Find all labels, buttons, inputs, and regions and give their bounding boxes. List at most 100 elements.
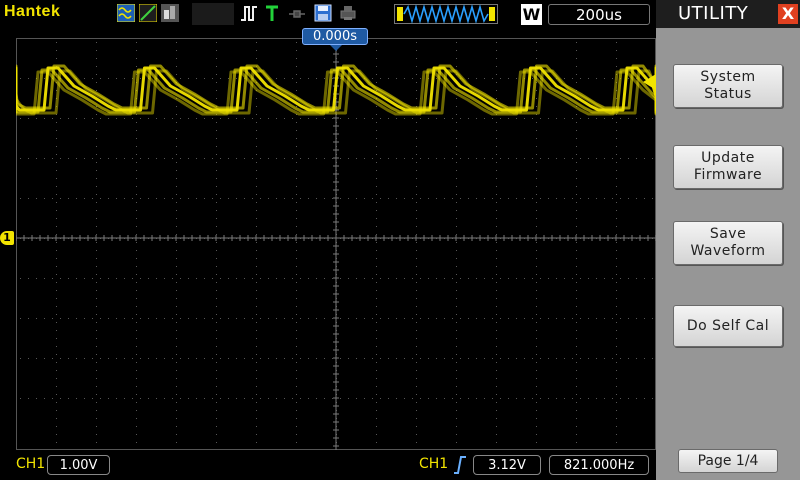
grid-dot xyxy=(136,386,137,387)
grid-dot xyxy=(576,82,577,83)
grid-dot xyxy=(216,130,217,131)
grid-dot xyxy=(348,398,349,399)
grid-dot xyxy=(340,118,341,119)
system-status-button[interactable]: System Status xyxy=(673,64,783,108)
grid-dot xyxy=(56,426,57,427)
grid-dot xyxy=(228,118,229,119)
grid-dot xyxy=(92,118,93,119)
grid-dot xyxy=(636,278,637,279)
grid-dot xyxy=(476,398,477,399)
grid-dot xyxy=(228,278,229,279)
grid-dot xyxy=(340,358,341,359)
grid-dot xyxy=(388,78,389,79)
grid-dot xyxy=(428,318,429,319)
grid-dot xyxy=(376,306,377,307)
grid-dot xyxy=(256,290,257,291)
grid-dot xyxy=(92,318,93,319)
grid-dot xyxy=(376,394,377,395)
grid-dot xyxy=(556,158,557,159)
grid-dot xyxy=(496,314,497,315)
grid-dot xyxy=(296,170,297,171)
grid-dot xyxy=(604,358,605,359)
grid-dot xyxy=(180,358,181,359)
grid-dot xyxy=(28,278,29,279)
grid-dot xyxy=(56,138,57,139)
save-waveform-button[interactable]: Save Waveform xyxy=(673,221,783,265)
grid-dot xyxy=(108,278,109,279)
grid-dot xyxy=(256,122,257,123)
grid-dot xyxy=(616,298,617,299)
channel-scale-readout[interactable]: 1.00V xyxy=(47,455,110,475)
grid-dot xyxy=(576,210,577,211)
save-disk-icon[interactable] xyxy=(314,4,332,22)
grid-dot xyxy=(256,114,257,115)
grid-dot xyxy=(536,242,537,243)
grid-dot xyxy=(524,318,525,319)
grid-dot xyxy=(256,210,257,211)
update-firmware-button[interactable]: Update Firmware xyxy=(673,145,783,189)
close-icon[interactable]: X xyxy=(778,4,798,24)
grid-dot xyxy=(496,386,497,387)
grid-dot xyxy=(452,318,453,319)
grid-dot xyxy=(536,298,537,299)
menu-page-button[interactable]: Page 1/4 xyxy=(678,449,778,473)
grid-dot xyxy=(244,118,245,119)
grid-dot xyxy=(28,198,29,199)
grid-dot xyxy=(96,306,97,307)
grid-dot xyxy=(416,442,417,443)
grid-dot xyxy=(616,346,617,347)
grid-dot xyxy=(172,198,173,199)
grid-dot xyxy=(96,410,97,411)
trigger-level-readout[interactable]: 3.12V xyxy=(473,455,541,475)
grid-dot xyxy=(216,338,217,339)
grid-dot xyxy=(376,122,377,123)
trigger-level-marker[interactable] xyxy=(643,74,656,90)
waveform-icon[interactable] xyxy=(117,4,135,22)
grid-dot xyxy=(496,370,497,371)
grid-dot xyxy=(44,78,45,79)
grid-dot xyxy=(548,118,549,119)
grid-dot xyxy=(364,398,365,399)
grid-dot xyxy=(364,118,365,119)
grid-dot xyxy=(456,178,457,179)
grid-dot xyxy=(176,290,177,291)
grid-dot xyxy=(416,426,417,427)
grid-dot xyxy=(136,258,137,259)
grid-dot xyxy=(468,198,469,199)
grid-dot xyxy=(136,202,137,203)
grid-dot xyxy=(456,418,457,419)
grid-dot xyxy=(564,278,565,279)
grid-dot xyxy=(416,98,417,99)
slope-icon[interactable] xyxy=(139,4,157,22)
timebase-readout[interactable]: 200us xyxy=(548,4,650,25)
trigger-t-icon[interactable] xyxy=(263,4,281,22)
grid-dot xyxy=(604,118,605,119)
grid-dot xyxy=(292,198,293,199)
grid-dot xyxy=(364,158,365,159)
grid-dot xyxy=(212,158,213,159)
grid-dot xyxy=(216,386,217,387)
grid-dot xyxy=(456,290,457,291)
grid-dot xyxy=(136,370,137,371)
grid-dot xyxy=(416,218,417,219)
self-calibration-button[interactable]: Do Self Cal xyxy=(673,305,783,347)
grid-dot xyxy=(416,58,417,59)
grid-dot xyxy=(216,242,217,243)
grid-dot xyxy=(296,298,297,299)
pulse-icon[interactable] xyxy=(240,4,258,22)
grid-dot xyxy=(140,118,141,119)
grid-dot xyxy=(284,318,285,319)
grid-dot xyxy=(256,266,257,267)
grid-dot xyxy=(476,118,477,119)
grid-dot xyxy=(576,250,577,251)
channel-1-ground-marker[interactable]: 1 xyxy=(0,231,14,245)
grid-dot xyxy=(536,202,537,203)
persistence-icon[interactable] xyxy=(161,4,179,22)
grid-dot xyxy=(316,318,317,319)
grid-dot xyxy=(456,274,457,275)
trigger-position-readout[interactable]: 0.000s xyxy=(302,28,368,51)
grid-dot xyxy=(96,234,97,235)
grid-dot xyxy=(176,258,177,259)
grid-dot xyxy=(576,178,577,179)
grid-dot xyxy=(496,306,497,307)
